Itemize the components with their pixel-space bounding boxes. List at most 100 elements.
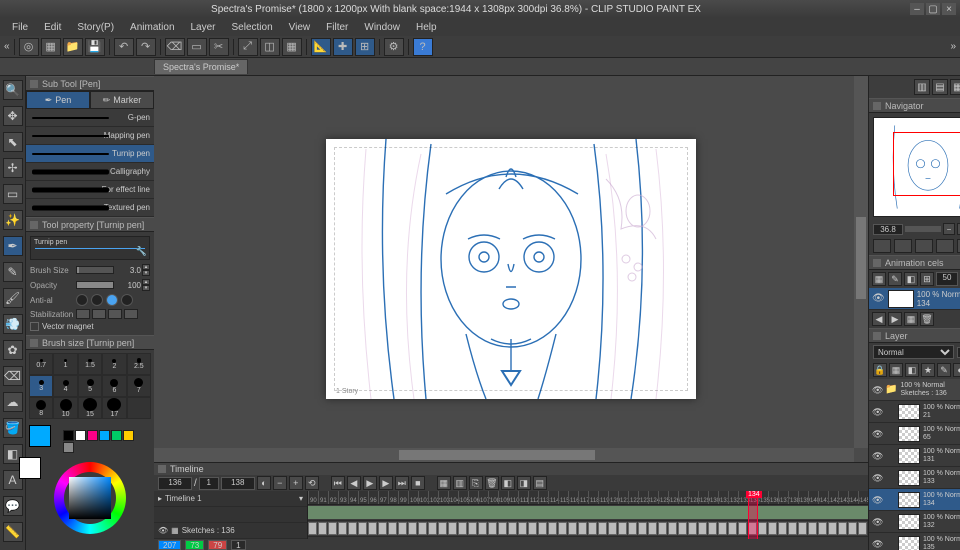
tl-copy-button[interactable]: ⎘	[469, 476, 483, 490]
vertical-scrollbar[interactable]	[854, 76, 868, 448]
layer-row[interactable]: 👁100 % Normal135	[869, 533, 960, 550]
layer-row[interactable]: 👁100 % Normal131	[869, 445, 960, 467]
cel-btn-2[interactable]: ✎	[888, 272, 902, 286]
cel-count[interactable]: 50	[936, 272, 958, 286]
zoom-value[interactable]: 36.8	[873, 224, 903, 235]
navigator-preview[interactable]	[873, 117, 960, 217]
eye-icon[interactable]: 👁	[872, 385, 882, 395]
opacity-value[interactable]: 100	[117, 281, 141, 290]
current-frame-input[interactable]: 136	[158, 477, 192, 490]
layer-row[interactable]: 👁100 % Normal134	[869, 489, 960, 511]
pen-for-effect-line[interactable]: For effect line	[26, 181, 154, 199]
canvas[interactable]: 1 Story	[326, 139, 696, 399]
tl-onion-button[interactable]: ◐	[257, 476, 271, 490]
cel-btn-1[interactable]: ▦	[872, 272, 886, 286]
tl-track-1[interactable]	[308, 505, 868, 521]
foot-chip-1[interactable]: 207	[158, 540, 181, 550]
snap-grid-button[interactable]: ⊞	[355, 38, 375, 56]
pencil-tool-icon[interactable]: ✎	[3, 262, 23, 282]
clip-studio-icon[interactable]: ◎	[19, 38, 39, 56]
menu-layer[interactable]: Layer	[183, 20, 224, 35]
menu-selection[interactable]: Selection	[224, 20, 281, 35]
deselect-button[interactable]: ▭	[187, 38, 207, 56]
layer-lock-all[interactable]: 🔒	[873, 363, 887, 377]
color-chip[interactable]	[87, 430, 98, 441]
crop-button[interactable]: ✂	[209, 38, 229, 56]
snap-special-button[interactable]: ✚	[333, 38, 353, 56]
menu-file[interactable]: File	[4, 20, 36, 35]
eye-icon[interactable]: 👁	[872, 539, 882, 549]
zoom-tool-icon[interactable]: 🔍	[3, 80, 23, 100]
foot-chip-3[interactable]: 79	[208, 540, 227, 550]
color-chip[interactable]	[99, 430, 110, 441]
pen-g-pen[interactable]: G-pen	[26, 109, 154, 127]
wand-tool-icon[interactable]: ✨	[3, 210, 23, 230]
close-button[interactable]: ×	[942, 3, 956, 15]
aa-option-3[interactable]	[106, 294, 118, 306]
zoom-slider[interactable]	[905, 226, 941, 232]
size-preset-17[interactable]: 17	[102, 397, 126, 419]
pen-turnip-pen[interactable]: Turnip pen	[26, 145, 154, 163]
undo-button[interactable]: ↶	[114, 38, 134, 56]
save-button[interactable]: 💾	[85, 38, 105, 56]
brush-tool-icon[interactable]: 🖌	[3, 288, 23, 308]
stab-3[interactable]	[108, 309, 122, 319]
tl-extra3-button[interactable]: ▤	[533, 476, 547, 490]
nav-rotate-right[interactable]	[915, 239, 933, 253]
operation-tool-icon[interactable]: ⬉	[3, 132, 23, 152]
canvas-viewport[interactable]: 1 Story	[154, 76, 868, 462]
size-preset-[interactable]	[127, 397, 151, 419]
background-color[interactable]	[19, 457, 41, 479]
pen-calligraphy[interactable]: Calligraphy	[26, 163, 154, 181]
layer-row[interactable]: 👁100 % Normal133	[869, 467, 960, 489]
new-file-button[interactable]: ▦	[41, 38, 61, 56]
size-preset-3[interactable]: 3	[29, 375, 53, 397]
cel-nav-del[interactable]: 🗑	[920, 312, 934, 326]
menu-help[interactable]: Help	[408, 20, 445, 35]
cel-nav-new[interactable]: ▦	[904, 312, 918, 326]
size-preset-1.5[interactable]: 1.5	[78, 353, 102, 375]
quick-access-1[interactable]: ▥	[914, 79, 930, 95]
preferences-button[interactable]: ⚙	[384, 38, 404, 56]
brush-size-slider[interactable]	[76, 266, 114, 274]
document-tab[interactable]: Spectra's Promise*	[154, 59, 248, 74]
blend-mode-select[interactable]: Normal	[873, 345, 954, 359]
color-chip[interactable]	[75, 430, 86, 441]
eye-icon[interactable]: 👁	[872, 473, 882, 483]
balloon-tool-icon[interactable]: 💬	[3, 496, 23, 516]
ruler-tool-icon[interactable]: 📏	[3, 522, 23, 542]
size-preset-5[interactable]: 5	[78, 375, 102, 397]
size-preset-4[interactable]: 4	[53, 375, 77, 397]
open-file-button[interactable]: 📁	[63, 38, 83, 56]
eye-icon[interactable]: 👁	[872, 407, 882, 417]
transform-button[interactable]: ◫	[260, 38, 280, 56]
help-button[interactable]: ?	[413, 38, 433, 56]
collapse-left-icon[interactable]: «	[4, 41, 10, 52]
eraser-tool-icon[interactable]: ⌫	[3, 366, 23, 386]
layer-row[interactable]: 👁100 % Normal65	[869, 423, 960, 445]
nav-rotate-reset[interactable]	[894, 239, 912, 253]
fill-tool-icon[interactable]: 🪣	[3, 418, 23, 438]
tl-zoom-out-button[interactable]: −	[273, 476, 287, 490]
opacity-slider[interactable]	[76, 281, 114, 289]
size-preset-8[interactable]: 8	[29, 397, 53, 419]
size-preset-0.7[interactable]: 0.7	[29, 353, 53, 375]
tl-next-button[interactable]: ▶	[379, 476, 393, 490]
foot-chip-4[interactable]: 1	[231, 540, 245, 550]
tl-newtrack-button[interactable]: ▥	[453, 476, 467, 490]
tl-last-button[interactable]: ⏭	[395, 476, 409, 490]
menu-animation[interactable]: Animation	[122, 20, 182, 35]
brush-size-value[interactable]: 3.0	[117, 266, 141, 275]
tl-loop-button[interactable]: ⟲	[305, 476, 319, 490]
tl-newcel-button[interactable]: ▦	[437, 476, 451, 490]
frame-b-input[interactable]: 138	[221, 477, 255, 490]
brush-size-down[interactable]: ▾	[142, 270, 150, 276]
subtool-tab-pen[interactable]: ✒ Pen	[26, 91, 90, 109]
color-chip[interactable]	[123, 430, 134, 441]
color-wheel[interactable]	[26, 460, 154, 538]
timeline-layer-track[interactable]: 👁▦Sketches : 136	[154, 523, 307, 539]
nav-rotate-left[interactable]	[873, 239, 891, 253]
decoration-tool-icon[interactable]: ✿	[3, 340, 23, 360]
stab-1[interactable]	[76, 309, 90, 319]
foot-chip-2[interactable]: 73	[185, 540, 204, 550]
